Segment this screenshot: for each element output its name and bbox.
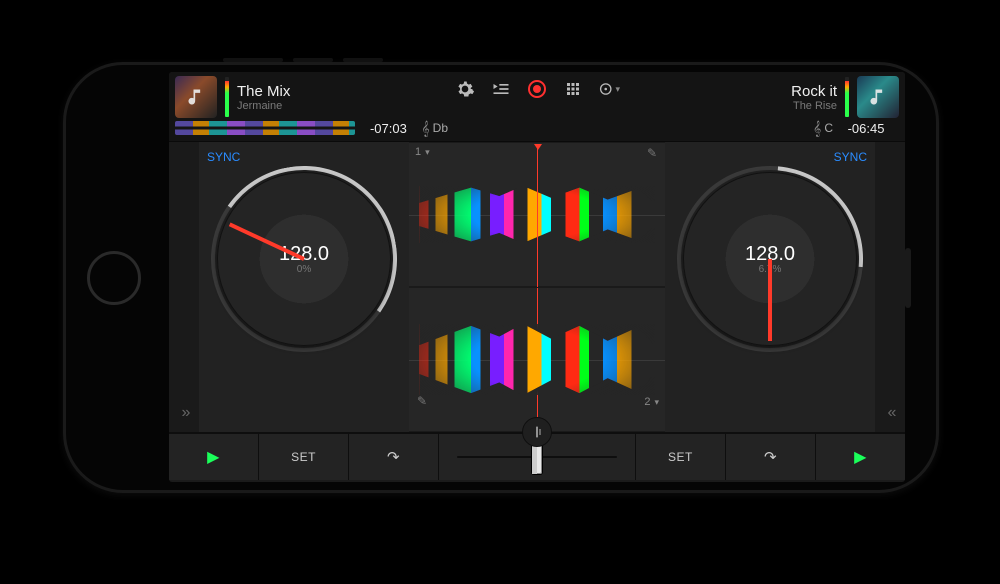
jog-wheel-b[interactable]: 128.0 6.7% xyxy=(675,164,865,354)
phone-frame: The Mix Jermaine -07:03 𝄞Db xyxy=(63,62,939,493)
track-title-b: Rock it xyxy=(791,83,837,100)
jump-icon: ↷ xyxy=(387,448,400,466)
header-deck-b: Rock it The Rise -06:45 𝄞C xyxy=(620,72,905,141)
overview-waveform-a[interactable] xyxy=(175,121,355,135)
album-art-a[interactable] xyxy=(175,76,217,118)
settings-button[interactable] xyxy=(454,78,476,100)
edit-grid-b-button[interactable]: ✎ xyxy=(417,394,427,408)
phone-volume-up xyxy=(293,58,333,62)
phone-volume-down xyxy=(343,58,383,62)
play-icon: ▶ xyxy=(854,447,867,467)
automix-button[interactable]: ▾ xyxy=(598,78,620,100)
cue-jump-button-a[interactable]: ↷ xyxy=(349,434,439,480)
track-title-a: The Mix xyxy=(237,83,290,100)
music-note-icon xyxy=(868,87,888,107)
treble-clef-icon: 𝄞 xyxy=(421,120,429,137)
treble-clef-icon: 𝄞 xyxy=(813,120,821,137)
jog-wheel-a[interactable]: 128.0 0% xyxy=(209,164,399,354)
play-button-b[interactable]: ▶ xyxy=(816,434,905,480)
app-screen: The Mix Jermaine -07:03 𝄞Db xyxy=(169,72,905,482)
record-icon xyxy=(528,80,546,98)
key-a: 𝄞Db xyxy=(421,120,448,137)
album-art-b[interactable] xyxy=(857,76,899,118)
bpm-a: 128.0 xyxy=(279,243,329,266)
time-remaining-b: -06:45 xyxy=(839,121,893,136)
header-deck-a: The Mix Jermaine -07:03 𝄞Db xyxy=(169,72,454,141)
waveform-display: 1▾ ✎ ✎ 2▾ xyxy=(409,142,665,432)
vu-meter-a xyxy=(225,77,229,117)
mixer-icon xyxy=(529,424,545,440)
queue-button[interactable] xyxy=(490,78,512,100)
expand-left-button[interactable]: » xyxy=(169,142,199,432)
music-note-icon xyxy=(186,87,206,107)
deck-a: SYNC 128.0 0% xyxy=(199,142,409,432)
queue-icon xyxy=(491,79,511,99)
pads-button[interactable] xyxy=(562,78,584,100)
chevron-down-icon: ▾ xyxy=(654,397,659,408)
play-button-a[interactable]: ▶ xyxy=(169,434,259,480)
jog-marker-b xyxy=(768,259,772,341)
mixer-toggle-button[interactable] xyxy=(522,417,552,447)
phone-side-button xyxy=(223,58,283,62)
pitch-a: 0% xyxy=(297,264,311,275)
track-artist-a: Jermaine xyxy=(237,100,290,112)
jump-icon: ↷ xyxy=(764,448,777,466)
expand-right-button[interactable]: « xyxy=(875,142,905,432)
gear-icon xyxy=(455,79,475,99)
waveform-lane-b[interactable] xyxy=(409,287,665,432)
track-artist-b: The Rise xyxy=(791,100,837,112)
phone-speaker xyxy=(905,248,911,308)
play-icon: ▶ xyxy=(207,447,220,467)
header-toolbar: ▾ xyxy=(454,72,620,141)
record-button[interactable] xyxy=(526,78,548,100)
key-b: 𝄞C xyxy=(813,120,833,137)
main-deck-area: » SYNC 128.0 0% 1▾ ✎ xyxy=(169,142,905,432)
phone-home-button[interactable] xyxy=(87,251,141,305)
deck-b: SYNC 128.0 6.7% xyxy=(665,142,875,432)
grid-icon xyxy=(564,80,582,98)
cue-set-button-b[interactable]: SET xyxy=(636,434,726,480)
disc-icon xyxy=(598,79,613,99)
cue-jump-button-b[interactable]: ↷ xyxy=(726,434,816,480)
header: The Mix Jermaine -07:03 𝄞Db xyxy=(169,72,905,142)
cue-set-button-a[interactable]: SET xyxy=(259,434,349,480)
time-remaining-a: -07:03 xyxy=(361,121,415,136)
vu-meter-b xyxy=(845,77,849,117)
lane-label-2: 2▾ xyxy=(644,396,659,408)
